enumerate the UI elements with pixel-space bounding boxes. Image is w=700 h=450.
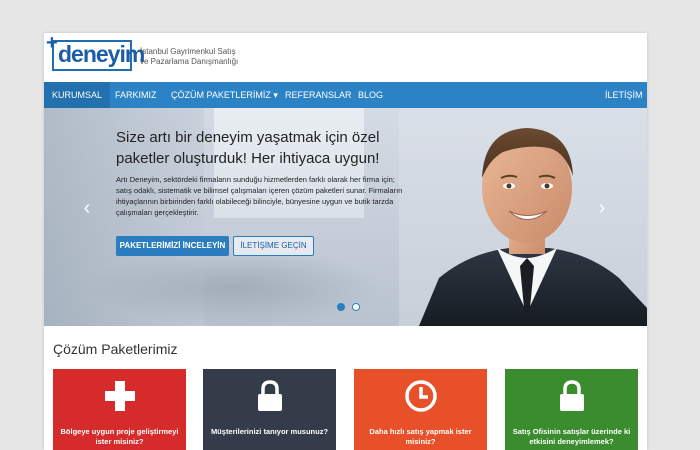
- package-card-label: Daha hızlı satış yapmak ister misiniz?: [369, 427, 472, 446]
- lock-icon: [258, 380, 282, 411]
- view-packages-button[interactable]: PAKETLERİMİZİ İNCELEYİN: [116, 236, 229, 256]
- hero-title: Size artı bir deneyim yaşatmak için özel…: [116, 129, 380, 167]
- nav-item-iletisim[interactable]: İLETİŞİM: [602, 82, 646, 108]
- nav-item-kurumsal[interactable]: KURUMSAL: [44, 82, 111, 108]
- hero-description: Artı Deneyim, sektördeki firmaların sund…: [116, 175, 403, 217]
- slider-dot-1[interactable]: [337, 303, 345, 311]
- tagline-line-2: ve Pazarlama Danışmanlığı: [140, 57, 239, 66]
- package-card-label: Bölgeye uygun proje geliştirmeyi ister m…: [60, 427, 179, 446]
- nav-item-farkimiz[interactable]: FARKIMIZ: [112, 82, 160, 108]
- nav-item-referanslar[interactable]: REFERANSLAR: [282, 82, 355, 108]
- header: + deneyim İstanbul Gayrimenkul Satış ve …: [44, 33, 647, 82]
- hero-background-people: [84, 248, 384, 326]
- logo-text: deneyim: [58, 41, 145, 67]
- main-nav: KURUMSAL FARKIMIZ ÇÖZÜM PAKETLERİMİZ ▾ R…: [44, 82, 647, 108]
- contact-button[interactable]: İLETİŞİME GEÇİN: [233, 236, 314, 256]
- lock-icon: [560, 380, 584, 411]
- tagline: İstanbul Gayrimenkul Satış ve Pazarlama …: [140, 47, 260, 67]
- slider-next-arrow-icon[interactable]: ›: [595, 198, 609, 218]
- package-card-4[interactable]: Satış Ofisinin satışlar üzerinde ki etki…: [505, 369, 638, 450]
- package-card-2[interactable]: Müşterilerinizi tanıyor musunuz?: [203, 369, 336, 450]
- clock-icon: [405, 380, 437, 412]
- package-card-label: Müşterilerinizi tanıyor musunuz?: [210, 427, 329, 436]
- package-card-label: Satış Ofisinin satışlar üzerinde ki etki…: [512, 427, 631, 446]
- hero-slider: Size artı bir deneyim yaşatmak için özel…: [44, 108, 647, 326]
- plus-icon: [105, 381, 135, 411]
- tagline-line-1: İstanbul Gayrimenkul Satış: [140, 47, 236, 56]
- hero-portrait-image: [399, 108, 647, 326]
- logo-plus: +: [46, 33, 58, 54]
- package-card-1[interactable]: Bölgeye uygun proje geliştirmeyi ister m…: [53, 369, 186, 450]
- page: + deneyim İstanbul Gayrimenkul Satış ve …: [44, 33, 647, 450]
- package-card-3[interactable]: Daha hızlı satış yapmak ister misiniz?: [354, 369, 487, 450]
- section-title: Çözüm Paketlerimiz: [53, 341, 178, 357]
- slider-prev-arrow-icon[interactable]: ‹: [80, 198, 94, 218]
- logo[interactable]: + deneyim: [46, 33, 145, 74]
- nav-item-cozum-paketlerimiz[interactable]: ÇÖZÜM PAKETLERİMİZ ▾: [168, 82, 281, 108]
- nav-item-blog[interactable]: BLOG: [355, 82, 386, 108]
- slider-pagination: [337, 298, 363, 311]
